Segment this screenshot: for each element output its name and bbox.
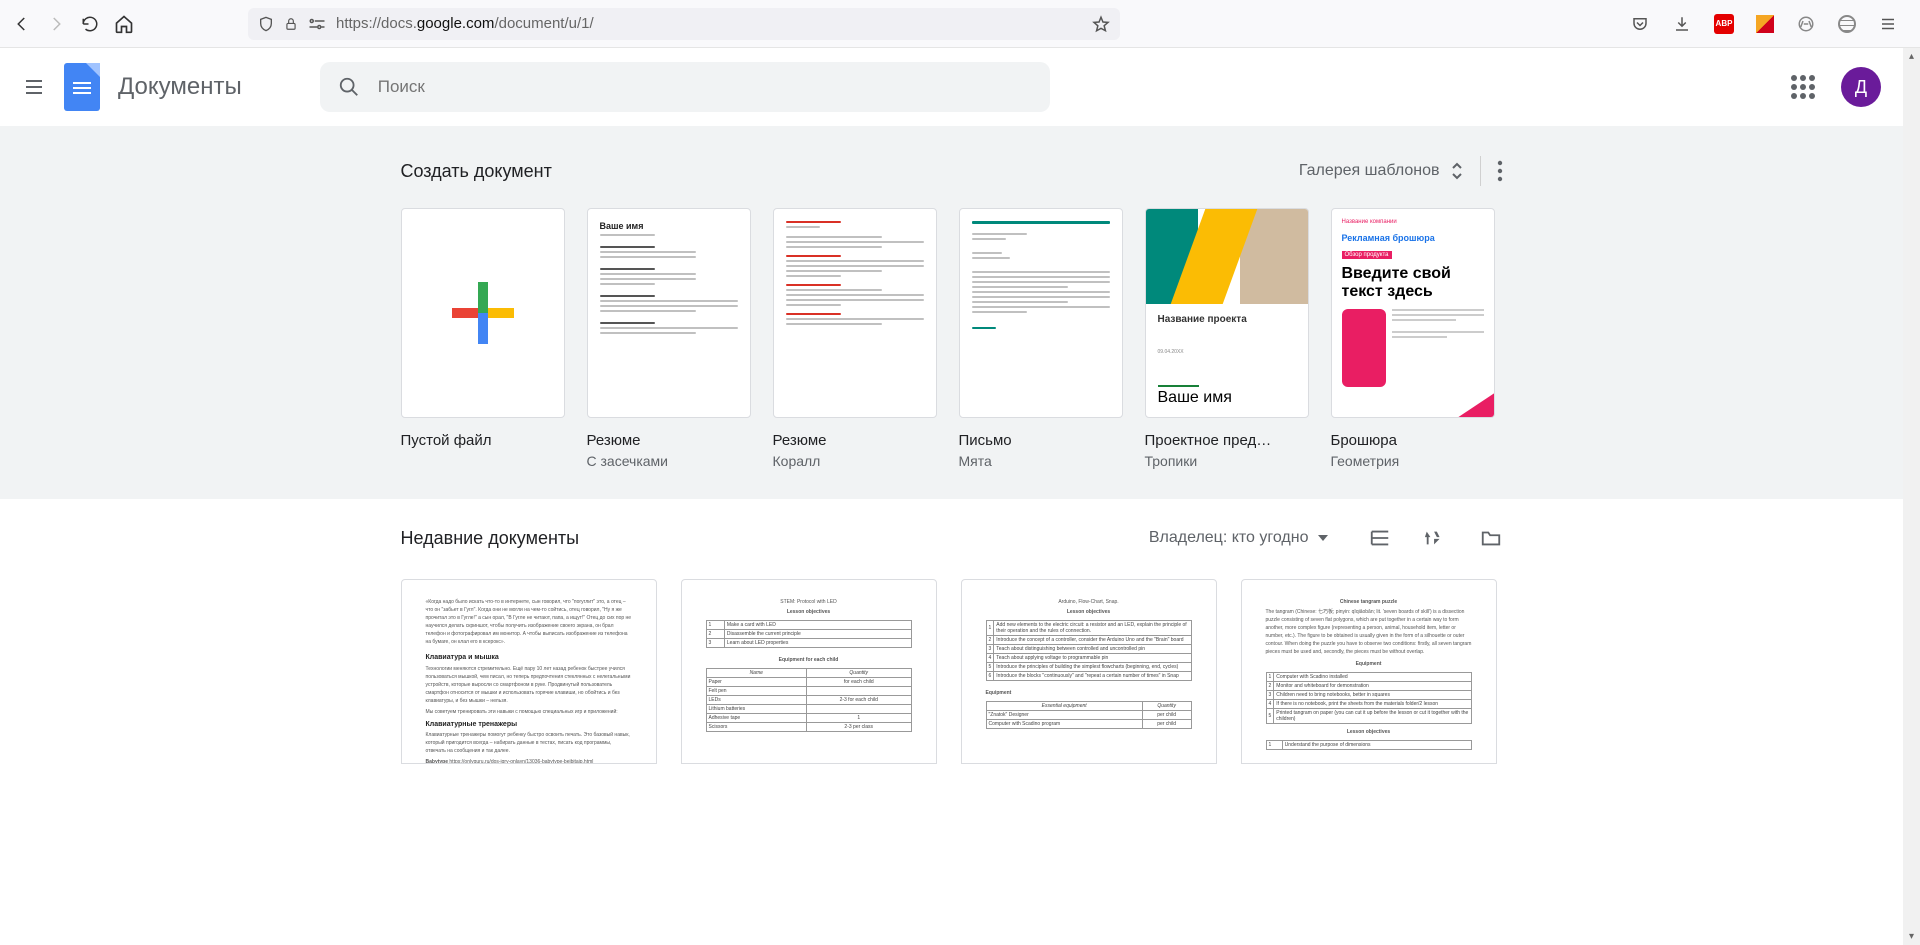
vertical-scrollbar[interactable]: ▴ ▾ [1903,48,1920,945]
reload-button[interactable] [80,14,100,34]
table: 1Make a card with LED 2Disassemble the c… [706,620,912,648]
recent-doc: Chinese tangram puzzle The tangram (Chin… [1241,579,1497,764]
table: 1Understand the purpose of dimensions [1266,740,1472,750]
separator [1480,156,1481,186]
sort-button[interactable] [1423,527,1447,549]
template-resume-coral: Резюме Коралл [773,208,937,469]
account-avatar[interactable]: Д [1841,67,1881,107]
address-bar[interactable]: https://docs.google.com/document/u/1/ [248,8,1120,40]
recent-doc-thumb[interactable]: STEM: Protocol with LED Lesson objective… [681,579,937,764]
downloads-icon[interactable] [1672,14,1692,34]
templates-section: Создать документ Галерея шаблонов Пустой… [0,126,1903,499]
template-brochure-thumb[interactable]: Название компании Рекламная брошюра Обзо… [1331,208,1495,418]
extension-icon-3[interactable] [1838,15,1856,33]
search-bar[interactable] [320,62,1050,112]
template-subtitle: Геометрия [1331,453,1495,469]
templates-heading: Создать документ [401,161,552,182]
browser-toolbar: https://docs.google.com/document/u/1/ AB… [0,0,1920,48]
plus-icon [402,209,564,417]
shield-icon [258,16,274,32]
app-title: Документы [118,73,242,101]
recent-heading: Недавние документы [401,528,580,549]
recent-docs-row: «Когда надо было искать что-то в интерне… [401,579,1503,804]
page-content: Документы Д Создать документ Галерея шаб… [0,48,1903,945]
home-button[interactable] [114,14,134,34]
template-blank: Пустой файл [401,208,565,469]
scroll-up-arrow[interactable]: ▴ [1903,48,1920,65]
template-title: Проектное пред… [1145,432,1309,449]
template-row: Пустой файл Ваше имя [401,208,1503,469]
back-button[interactable] [12,14,32,34]
owner-filter-dropdown[interactable]: Владелец: кто угодно [1149,529,1329,547]
open-file-picker-button[interactable] [1479,527,1503,549]
template-subtitle: Коралл [773,453,937,469]
google-apps-button[interactable] [1791,75,1815,99]
docs-logo[interactable] [64,63,100,111]
recent-doc: STEM: Protocol with LED Lesson objective… [681,579,937,764]
template-resume-coral-thumb[interactable] [773,208,937,418]
template-subtitle: Тропики [1145,453,1309,469]
template-project-proposal-thumb[interactable]: Название проекта 09.04.20XX Ваше имя [1145,208,1309,418]
bookmark-star-icon[interactable] [1092,15,1110,33]
table: NameQuantity Paperfor each child Felt pe… [706,668,912,732]
search-input[interactable] [378,77,1032,97]
unfold-icon [1450,161,1464,181]
recent-doc: Arduino, Flow-Chart, Snap. Lesson object… [961,579,1217,764]
template-resume-serif: Ваше имя Резюме С засечками [587,208,751,469]
template-title: Письмо [959,432,1123,449]
app-header: Документы Д [0,48,1903,126]
recent-doc: «Когда надо было искать что-то в интерне… [401,579,657,764]
template-brochure: Название компании Рекламная брошюра Обзо… [1331,208,1495,469]
lock-icon [284,17,298,31]
recent-section: Недавние документы Владелец: кто угодно … [0,499,1903,832]
template-title: Резюме [587,432,751,449]
template-title: Брошюра [1331,432,1495,449]
template-title: Пустой файл [401,432,565,449]
table: 1Add new elements to the electric circui… [986,620,1192,681]
browser-right-icons: ABP [1630,14,1908,34]
template-gallery-button[interactable]: Галерея шаблонов [1299,161,1464,181]
template-project-proposal: Название проекта 09.04.20XX Ваше имя Про… [1145,208,1309,469]
recent-doc-thumb[interactable]: «Когда надо было искать что-то в интерне… [401,579,657,764]
scroll-down-arrow[interactable]: ▾ [1903,928,1920,945]
list-view-button[interactable] [1369,527,1391,549]
extension-icon-2[interactable] [1796,14,1816,34]
template-letter-mint-thumb[interactable] [959,208,1123,418]
recent-doc-thumb[interactable]: Chinese tangram puzzle The tangram (Chin… [1241,579,1497,764]
table: Essential equipmentQuantity "Znatok" Des… [986,701,1192,729]
table: 1Computer with Scadino installed 2Monito… [1266,672,1472,724]
recent-doc-thumb[interactable]: Arduino, Flow-Chart, Snap. Lesson object… [961,579,1217,764]
template-subtitle: Мята [959,453,1123,469]
permissions-icon [308,17,326,31]
templates-more-button[interactable] [1497,160,1503,182]
template-blank-thumb[interactable] [401,208,565,418]
main-menu-button[interactable] [22,75,46,99]
pocket-icon[interactable] [1630,14,1650,34]
browser-menu-icon[interactable] [1878,14,1898,34]
template-subtitle: С засечками [587,453,751,469]
extension-icon-1[interactable] [1756,15,1774,33]
url-text: https://docs.google.com/document/u/1/ [336,15,594,32]
search-icon [338,76,360,98]
template-title: Резюме [773,432,937,449]
adblock-icon[interactable]: ABP [1714,14,1734,34]
dropdown-arrow-icon [1317,532,1329,544]
template-letter-mint: Письмо Мята [959,208,1123,469]
template-resume-serif-thumb[interactable]: Ваше имя [587,208,751,418]
forward-button[interactable] [46,14,66,34]
